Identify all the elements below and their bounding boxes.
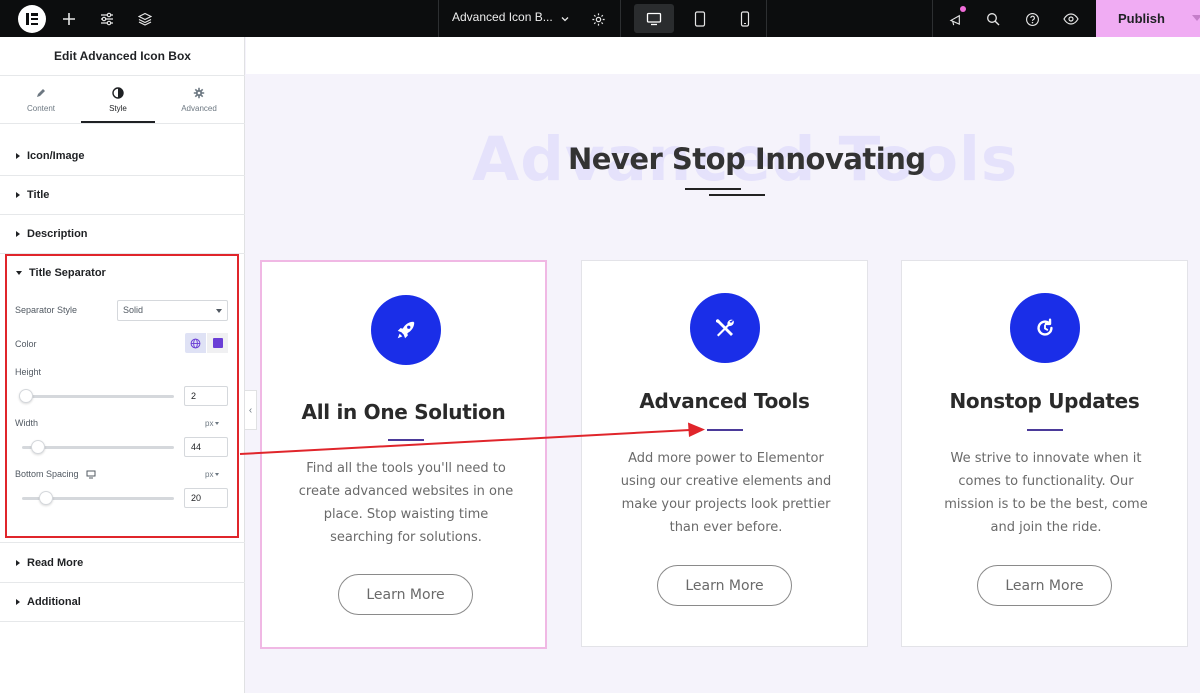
annotation-arrow	[239, 422, 705, 455]
